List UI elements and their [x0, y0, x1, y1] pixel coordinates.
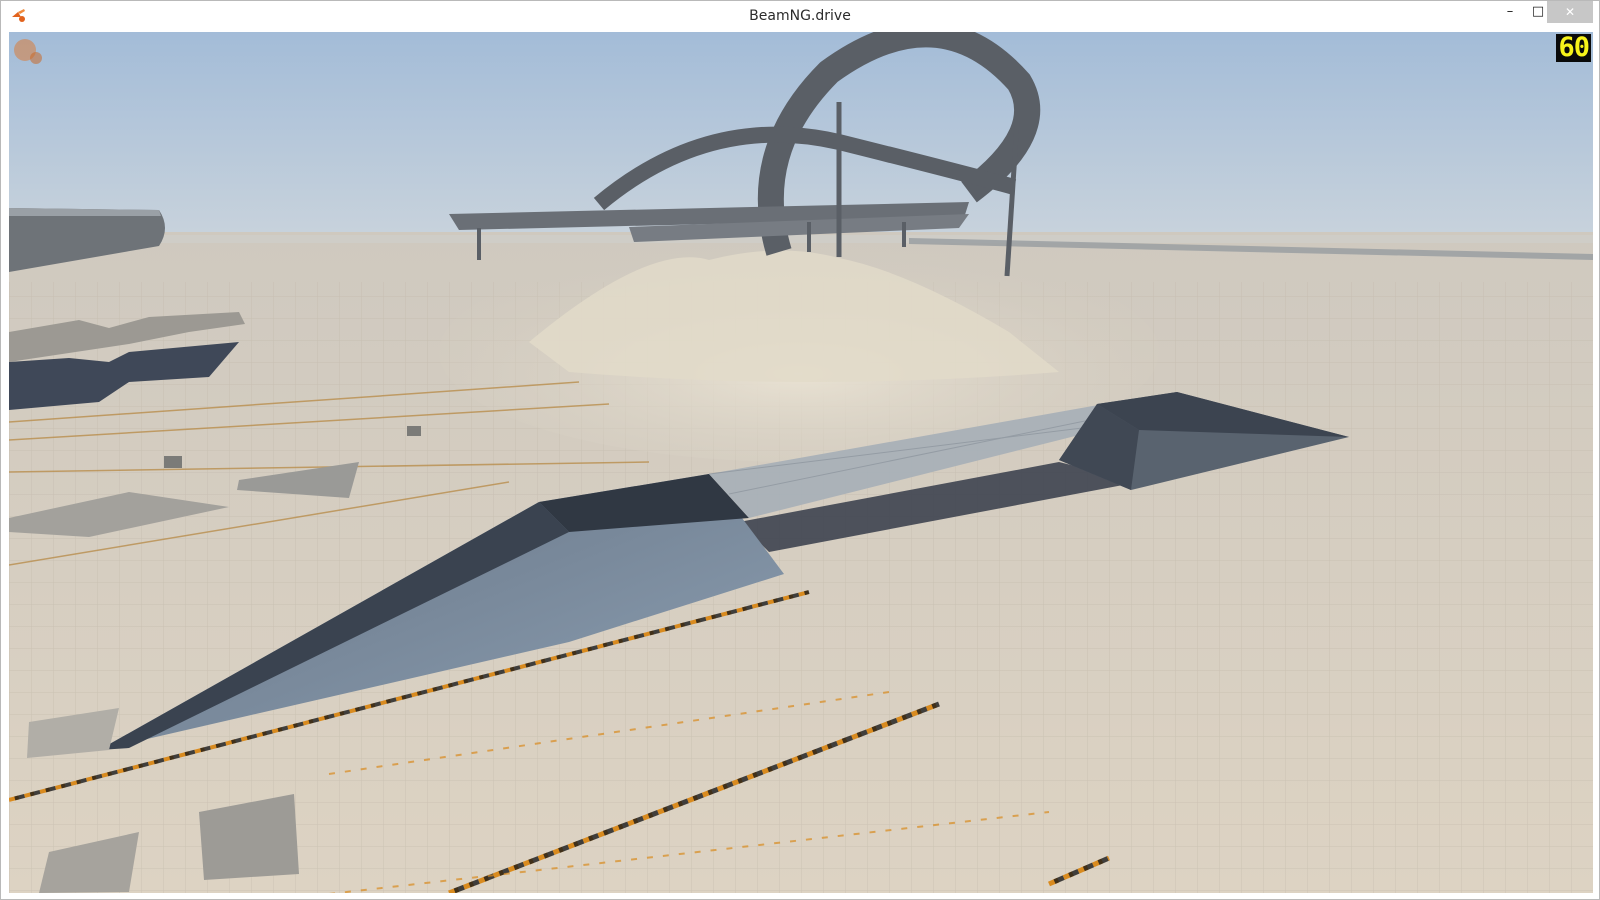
- beamng-watermark-icon: [14, 39, 42, 64]
- game-viewport[interactable]: 60: [9, 32, 1593, 893]
- app-window: BeamNG.drive – □ ✕ 60: [0, 0, 1600, 900]
- close-button[interactable]: ✕: [1547, 1, 1593, 23]
- fps-counter: 60: [1556, 32, 1591, 63]
- title-bar[interactable]: BeamNG.drive – □ ✕: [1, 1, 1599, 31]
- game-scene: [9, 32, 1593, 893]
- window-title: BeamNG.drive: [749, 8, 851, 24]
